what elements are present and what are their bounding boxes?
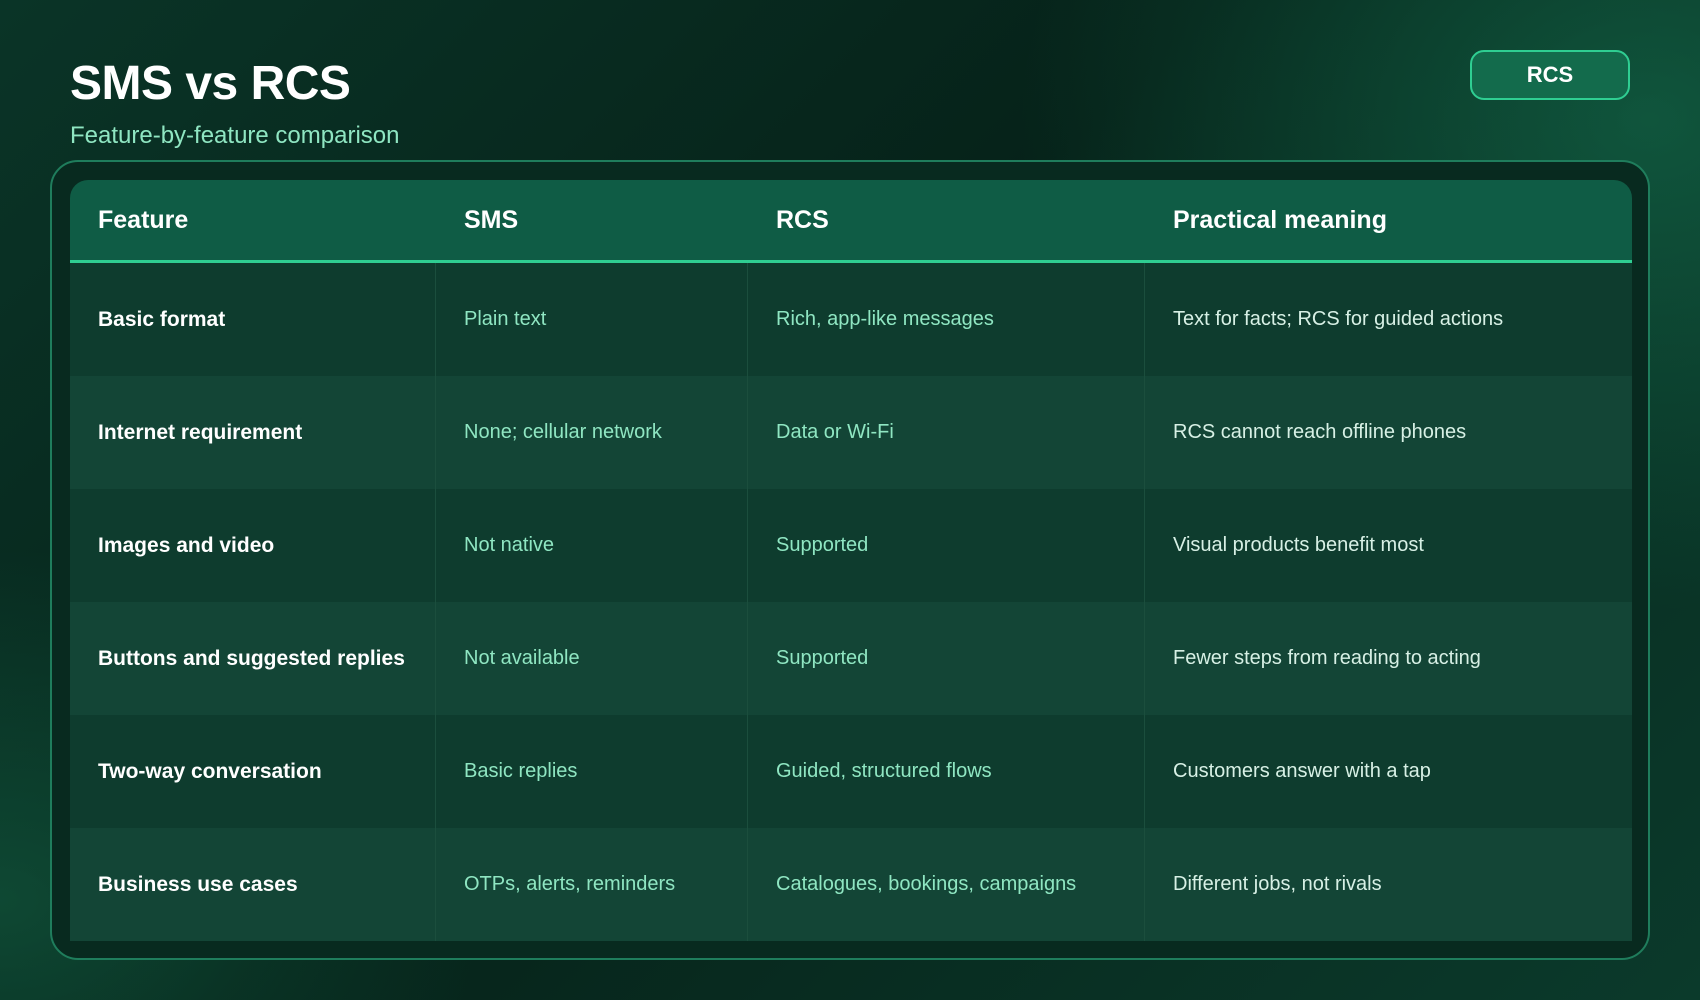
feature-cell: Two-way conversation [70,715,436,828]
feature-cell: Buttons and suggested replies [70,602,436,715]
feature-cell: Images and video [70,489,436,602]
sms-cell: Plain text [436,263,748,376]
page-header: SMS vs RCS Feature-by-feature comparison [70,52,399,152]
comparison-table: Feature SMS RCS Practical meaning Basic … [70,180,1632,941]
rcs-badge: RCS [1470,50,1630,100]
rcs-cell: Supported [748,602,1145,715]
meaning-cell: Customers answer with a tap [1173,760,1431,782]
table-row: Internet requirement None; cellular netw… [70,376,1632,489]
rcs-cell: Data or Wi-Fi [748,376,1145,489]
column-header-feature: Feature [98,205,189,234]
table-row: Business use cases OTPs, alerts, reminde… [70,828,1632,941]
column-header-rcs: RCS [776,205,829,234]
meaning-cell: Text for facts; RCS for guided actions [1173,308,1504,330]
sms-cell: None; cellular network [436,376,748,489]
feature-cell: Internet requirement [70,376,436,489]
rcs-cell: Guided, structured flows [748,715,1145,828]
sms-cell: Basic replies [436,715,748,828]
rcs-cell: Rich, app-like messages [748,263,1145,376]
rcs-cell: Catalogues, bookings, campaigns [748,828,1145,941]
sms-cell: OTPs, alerts, reminders [436,828,748,941]
table-row: Basic format Plain text Rich, app-like m… [70,263,1632,376]
rcs-cell: Supported [748,489,1145,602]
sms-cell: Not native [436,489,748,602]
page-subtitle: Feature-by-feature comparison [70,122,400,149]
column-header-sms: SMS [464,205,519,234]
table-header-row: Feature SMS RCS Practical meaning [70,180,1632,263]
meaning-cell: Fewer steps from reading to acting [1173,647,1481,669]
feature-cell: Business use cases [70,828,436,941]
feature-cell: Basic format [70,263,436,376]
page-title: SMS vs RCS [70,57,351,110]
meaning-cell: Different jobs, not rivals [1173,873,1382,895]
column-header-practical-meaning: Practical meaning [1173,205,1387,234]
table-row: Buttons and suggested replies Not availa… [70,602,1632,715]
meaning-cell: RCS cannot reach offline phones [1173,421,1467,443]
table-row: Images and video Not native Supported Vi… [70,489,1632,602]
table-row: Two-way conversation Basic replies Guide… [70,715,1632,828]
comparison-card: Feature SMS RCS Practical meaning Basic … [50,160,1650,960]
meaning-cell: Visual products benefit most [1173,534,1424,556]
sms-cell: Not available [436,602,748,715]
